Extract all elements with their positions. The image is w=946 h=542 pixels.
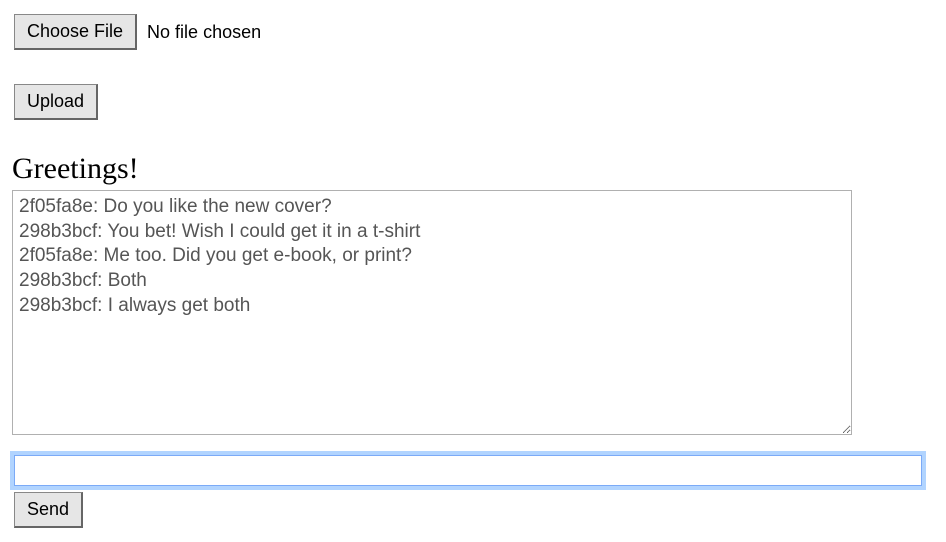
page-title: Greetings! <box>12 152 934 186</box>
file-chosen-status: No file chosen <box>147 22 261 43</box>
upload-button[interactable]: Upload <box>14 84 98 120</box>
file-picker-row: Choose File No file chosen <box>12 12 934 52</box>
send-button[interactable]: Send <box>14 492 83 528</box>
upload-row: Upload <box>12 82 934 122</box>
choose-file-button[interactable]: Choose File <box>14 14 137 50</box>
chat-input-row: Send <box>12 455 934 530</box>
chat-log[interactable] <box>12 190 852 435</box>
message-input[interactable] <box>14 455 922 486</box>
